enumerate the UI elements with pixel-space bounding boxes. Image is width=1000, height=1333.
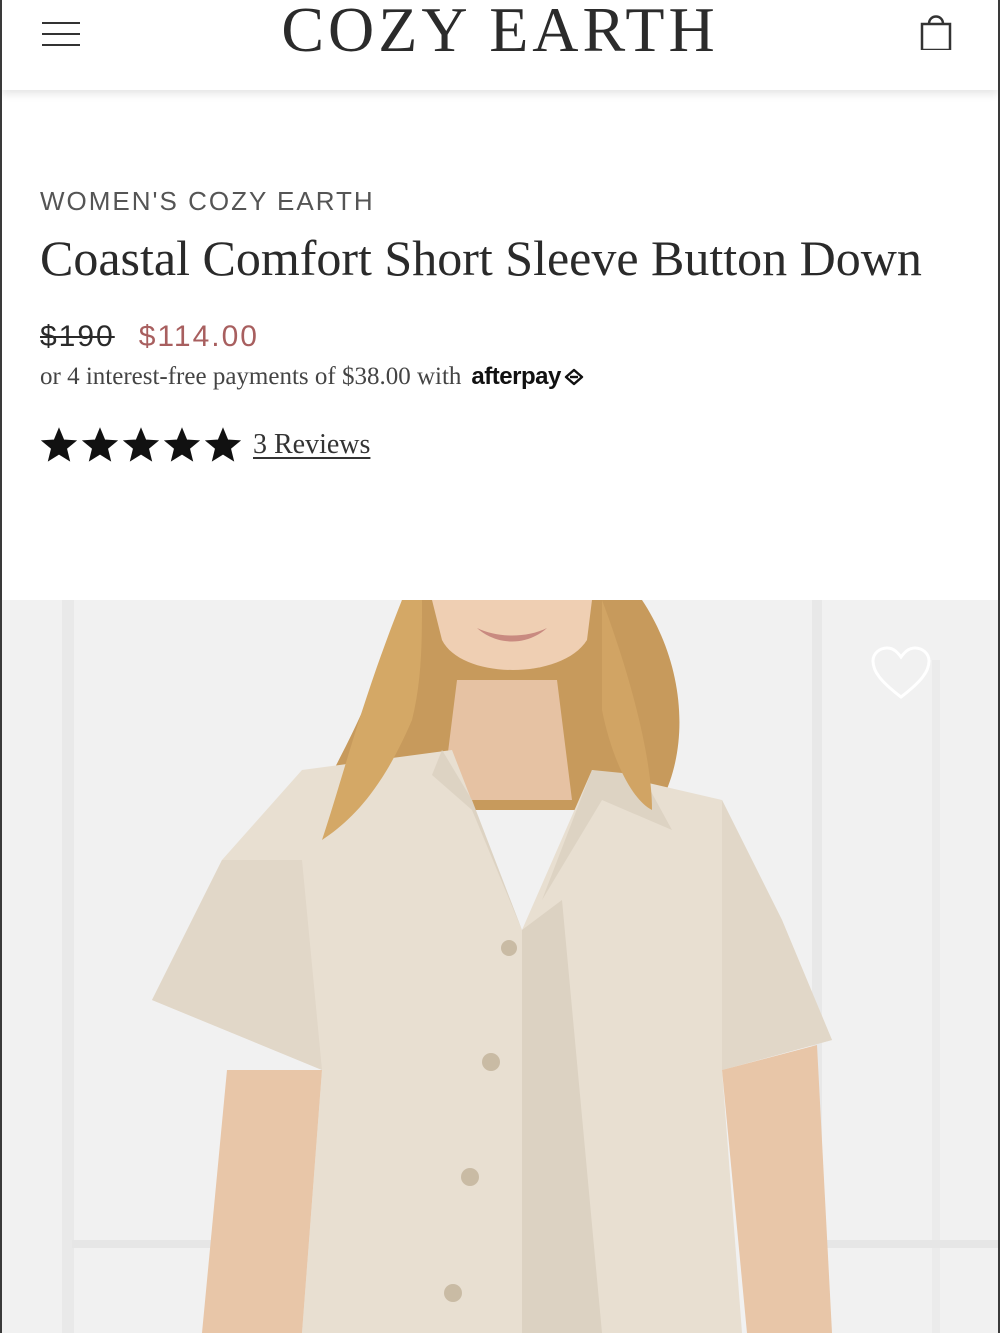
star-icon [204, 427, 242, 462]
original-price: $190 [40, 320, 115, 353]
rating-row: 3 Reviews [40, 427, 960, 463]
star-icon [81, 427, 119, 462]
star-icon [40, 427, 78, 462]
shopping-bag-icon [920, 15, 952, 52]
afterpay-logo[interactable]: afterpay [471, 364, 561, 389]
product-page: COZY EARTH WOMEN'S COZY EARTH Coastal Co… [0, 0, 1000, 1333]
product-info: WOMEN'S COZY EARTH Coastal Comfort Short… [40, 188, 960, 463]
product-title: Coastal Comfort Short Sleeve Button Down [40, 230, 922, 286]
cart-button[interactable] [914, 6, 958, 52]
afterpay-icon [564, 368, 583, 385]
product-image[interactable] [2, 600, 998, 1333]
product-collection: WOMEN'S COZY EARTH [40, 186, 375, 216]
heart-icon [871, 646, 931, 699]
star-icon [122, 427, 160, 462]
product-photo [2, 600, 998, 1333]
brand-logo[interactable]: COZY EARTH [2, 0, 998, 62]
price-block: $190 $114.00 [40, 322, 960, 352]
site-header: COZY EARTH [2, 0, 998, 90]
star-icon [163, 427, 201, 462]
sale-price: $114.00 [138, 320, 259, 353]
star-rating [40, 427, 245, 463]
reviews-link[interactable]: 3 Reviews [253, 429, 370, 461]
installments-info: or 4 interest-free payments of $38.00 wi… [40, 364, 960, 389]
wishlist-button[interactable] [870, 645, 932, 701]
installments-text: or 4 interest-free payments of $38.00 wi… [40, 363, 462, 390]
